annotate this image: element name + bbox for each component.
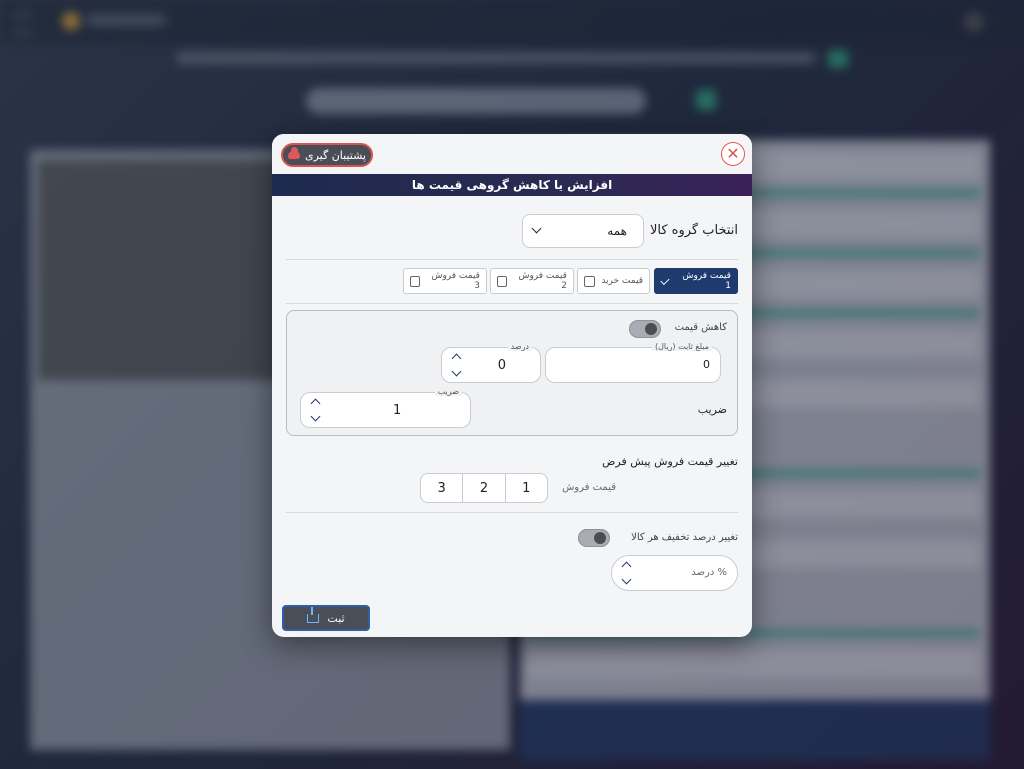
- default-sale-option-3[interactable]: 3: [421, 474, 464, 502]
- modal-title: افزایش یا کاهش گروهی قیمت ها: [272, 174, 752, 196]
- tab-sale-price-2[interactable]: قیمت فروش 2: [490, 268, 574, 294]
- default-sale-option-2[interactable]: 2: [463, 474, 506, 502]
- tab-label: قیمت خرید: [601, 276, 643, 286]
- chevron-up-icon[interactable]: [621, 561, 632, 572]
- toggle-knob: [645, 323, 657, 335]
- fixed-amount-field[interactable]: مبلغ ثابت (ریال) 0: [545, 342, 721, 383]
- tab-label: قیمت فروش 2: [518, 271, 567, 291]
- decrease-toggle-label: کاهش قیمت: [674, 322, 727, 333]
- discount-percent-placeholder: درصد %: [691, 567, 727, 578]
- coefficient-field[interactable]: ضریب 1: [300, 387, 471, 428]
- divider: [286, 259, 738, 260]
- coefficient-value: 1: [393, 403, 402, 418]
- percent-stepper[interactable]: [450, 351, 464, 381]
- bg-search-button: [696, 90, 716, 110]
- discount-toggle[interactable]: [578, 529, 610, 547]
- group-select-label: انتخاب گروه کالا: [649, 223, 738, 238]
- cloud-upload-icon: [288, 147, 300, 159]
- close-button[interactable]: ✕: [721, 142, 745, 166]
- tab-sale-price-1[interactable]: قیمت فروش 1: [654, 268, 738, 294]
- bg-bottom-bar: [520, 700, 990, 760]
- bulk-price-modal: ✕ پشتیبان گیری افزایش یا کاهش گروهی قیمت…: [272, 134, 752, 637]
- checkbox-icon: [497, 275, 508, 287]
- fixed-amount-value: 0: [703, 358, 710, 371]
- chevron-up-icon[interactable]: [451, 353, 462, 364]
- discount-toggle-label: تغییر درصد تخفیف هر کالا: [631, 532, 738, 543]
- chevron-down-icon: [531, 223, 542, 234]
- group-select-value: همه: [607, 224, 627, 238]
- checkbox-icon: [410, 275, 421, 287]
- default-sale-heading: تغییر قیمت فروش پیش فرض: [602, 455, 738, 468]
- backup-label: پشتیبان گیری: [305, 148, 366, 162]
- percent-value: 0: [497, 358, 506, 373]
- tab-purchase-price[interactable]: قیمت خرید: [577, 268, 650, 294]
- percent-label: درصد: [507, 342, 532, 351]
- check-icon: [660, 275, 670, 285]
- backup-button[interactable]: پشتیبان گیری: [281, 143, 373, 167]
- discount-percent-field[interactable]: درصد %: [611, 555, 738, 591]
- bg-search: [306, 88, 646, 114]
- discount-stepper[interactable]: [620, 559, 634, 589]
- bg-row: [528, 650, 980, 678]
- chevron-up-icon[interactable]: [310, 398, 321, 409]
- download-icon: [307, 606, 320, 623]
- close-icon: ✕: [726, 144, 740, 163]
- chevron-down-icon[interactable]: [310, 411, 321, 422]
- submit-label: ثبت: [327, 611, 345, 625]
- submit-button[interactable]: ثبت: [282, 605, 370, 631]
- modal-title-text: افزایش یا کاهش گروهی قیمت ها: [411, 178, 613, 192]
- coefficient-stepper[interactable]: [309, 396, 323, 426]
- toggle-knob: [594, 532, 606, 544]
- checkbox-icon: [584, 275, 596, 287]
- bg-badge: [828, 50, 848, 68]
- default-sale-selector: 3 2 1: [420, 473, 548, 503]
- bg-logo-text: [86, 14, 166, 26]
- coefficient-label: ضریب: [434, 387, 462, 396]
- tab-label: قیمت فروش 1: [682, 271, 731, 291]
- menu-icon: [12, 14, 34, 34]
- user-icon: [964, 12, 984, 32]
- chevron-down-icon[interactable]: [451, 366, 462, 377]
- bg-header-line: [176, 52, 816, 64]
- decrease-toggle[interactable]: [629, 320, 661, 338]
- tab-label: قیمت فروش 3: [431, 271, 480, 291]
- divider: [286, 512, 738, 513]
- default-sale-option-1[interactable]: 1: [506, 474, 547, 502]
- coefficient-row-label: ضریب: [697, 403, 727, 416]
- tab-sale-price-3[interactable]: قیمت فروش 3: [403, 268, 487, 294]
- decrease-panel: کاهش قیمت مبلغ ثابت (ریال) 0 درصد 0 ضریب…: [286, 310, 738, 436]
- default-sale-label: قیمت فروش: [562, 482, 616, 493]
- percent-field[interactable]: درصد 0: [441, 342, 541, 383]
- divider: [286, 303, 738, 304]
- logo-icon: [62, 12, 80, 30]
- group-select[interactable]: همه: [522, 214, 644, 248]
- fixed-amount-label: مبلغ ثابت (ریال): [651, 342, 712, 351]
- chevron-down-icon[interactable]: [621, 574, 632, 585]
